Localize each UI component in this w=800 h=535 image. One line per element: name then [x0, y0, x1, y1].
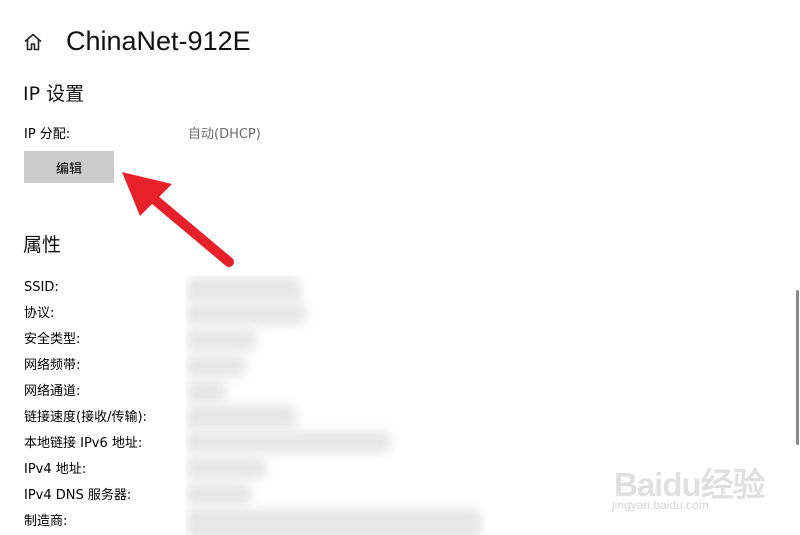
page-title: ChinaNet-912E — [66, 26, 251, 56]
redacted-block — [186, 509, 481, 535]
security-type-label: 安全类型: — [24, 332, 81, 347]
properties-heading: 属性 — [23, 234, 62, 256]
redacted-block — [186, 277, 301, 303]
ip-assignment-value: 自动(DHCP) — [188, 127, 261, 142]
ip-assignment-label: IP 分配: — [24, 127, 71, 142]
protocol-label: 协议: — [24, 306, 55, 321]
network-channel-label: 网络通道: — [24, 384, 81, 399]
redacted-block — [186, 355, 246, 377]
redacted-block — [186, 431, 391, 453]
redacted-block — [186, 381, 226, 403]
redacted-block — [186, 303, 306, 325]
redacted-block — [186, 483, 251, 505]
redacted-block — [186, 457, 266, 479]
network-band-label: 网络频带: — [24, 358, 81, 373]
home-button[interactable] — [22, 31, 44, 53]
redacted-property-values — [186, 275, 486, 535]
ipv6-address-label: 本地链接 IPv6 地址: — [24, 436, 143, 451]
scrollbar[interactable] — [796, 290, 799, 445]
ssid-label: SSID: — [24, 280, 59, 295]
home-icon — [24, 33, 42, 51]
manufacturer-label: 制造商: — [24, 514, 68, 529]
ipv4-address-label: IPv4 地址: — [24, 462, 87, 477]
ipv4-dns-label: IPv4 DNS 服务器: — [24, 488, 132, 503]
edit-button[interactable]: 编辑 — [24, 151, 114, 183]
red-arrow-annotation — [122, 172, 234, 267]
wifi-network-properties-page: ChinaNet-912E IP 设置 IP 分配: 自动(DHCP) 编辑 属… — [0, 0, 800, 535]
baidu-watermark: Baidu经验 jingyan.baidu.com — [606, 450, 786, 520]
ip-settings-heading: IP 设置 — [23, 83, 85, 105]
properties-list: SSID: 协议: 安全类型: 网络频带: 网络通道: 链接速度(接收/传输):… — [24, 277, 147, 535]
watermark-url: jingyan.baidu.com — [612, 498, 709, 512]
redacted-block — [186, 405, 296, 429]
redacted-block — [186, 329, 256, 351]
link-speed-label: 链接速度(接收/传输): — [24, 410, 147, 425]
